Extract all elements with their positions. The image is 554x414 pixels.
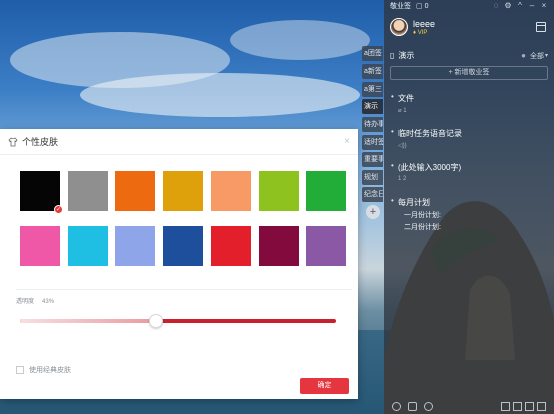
search-icon[interactable] [424,401,433,411]
opacity-label: 透明度 43% [16,296,54,305]
side-tab-4[interactable]: 待办事 [362,117,383,132]
opacity-slider[interactable] [20,314,336,328]
calendar-small-icon[interactable] [408,401,417,411]
note-meta: 1 2 [398,176,407,182]
opacity-slider-fill [20,319,156,323]
note-item[interactable]: (此处输入3000字) 1 2 [391,161,544,182]
note-list-icon: ▯ [390,51,395,60]
sort-icon[interactable] [513,401,522,411]
classic-skin-option[interactable]: 使用经典皮肤 [16,365,71,375]
dialog-header: 个性皮肤 × [0,129,358,155]
app-name: 敬业签 [390,3,411,10]
more-icon[interactable] [537,401,546,411]
skin-swatch-10[interactable] [163,226,204,266]
note-item[interactable]: 临时任务语音记录 ◁)) [391,127,544,149]
side-tab-6[interactable]: 重要事 [362,152,383,167]
filter-dot-icon[interactable]: ● [521,51,526,60]
note-item[interactable]: 文件 ⌀ 1 [391,92,544,114]
notes-bottombar [384,398,554,414]
collapse-icon[interactable]: ^ [516,2,524,10]
note-title: 文件 [391,92,544,104]
skin-swatch-7[interactable] [20,226,60,266]
add-tab-button[interactable]: + [366,205,380,219]
note-line: 二月份计划: [404,224,441,231]
side-tab-1[interactable]: a新签 [362,64,383,79]
opacity-slider-thumb[interactable] [148,314,163,328]
note-line: 一月份计划: [404,212,441,219]
skin-dialog: 个性皮肤 × ✓ 透明度 43% 使用经典皮肤 确定 [0,129,358,399]
side-tab-3[interactable]: 演示 [362,99,383,114]
confirm-button[interactable]: 确定 [300,378,349,394]
voice-icon: ◁)) [398,143,407,149]
skin-icon[interactable]: ◌ [492,2,500,10]
dialog-close-icon[interactable]: × [344,137,350,147]
shirt-icon [8,136,18,146]
side-tab-5[interactable]: 适时签 [362,135,383,150]
settings-icon[interactable]: ⚙ [504,2,512,10]
notes-topbar: 敬业签 ▢ 0 ◌ ⚙ ^ – × [384,0,554,12]
category-row: ▯ 演示 ● 全部 ▾ [390,50,548,61]
skin-swatch-12[interactable] [258,226,299,266]
side-tab-2[interactable]: a第三 [362,82,383,97]
close-icon[interactable]: × [540,2,548,10]
side-tab-7[interactable]: 规划 [362,170,383,185]
side-tab-0[interactable]: a团签 [362,46,383,61]
skin-swatch-11[interactable] [210,226,251,266]
skin-swatch-8[interactable] [67,226,108,266]
skin-swatch-9[interactable] [115,226,156,266]
history-icon[interactable] [392,401,401,411]
skin-swatch-2[interactable] [115,171,156,211]
username: leeee [413,18,436,29]
view-toggle-icon[interactable] [501,401,510,411]
note-title: 临时任务语音记录 [391,127,544,139]
notification-count: 0 [424,2,429,10]
divider [16,289,352,290]
opacity-value: 43% [42,299,55,305]
skin-swatch-13[interactable] [306,226,347,266]
note-attachment-count: ⌀ 1 [398,108,407,114]
category-name: 演示 [398,51,415,60]
vip-badge-label: VIP [417,29,428,36]
calendar-icon[interactable] [536,22,546,32]
category-filter[interactable]: 全部 [530,51,544,61]
new-note-button[interactable]: + 新增敬业签 [390,66,548,80]
avatar[interactable] [390,18,408,36]
skin-swatch-4[interactable] [210,171,251,211]
side-tab-8[interactable]: 纪念日 [362,187,383,202]
opacity-label-text: 透明度 [16,299,35,305]
note-title: (此处输入3000字) [391,161,544,173]
user-profile[interactable]: leeee ♦ VIP [390,18,435,36]
skin-swatch-1[interactable] [67,171,108,211]
skin-swatch-3[interactable] [163,171,204,211]
minimize-icon[interactable]: – [528,2,536,10]
vip-badge: ♦ VIP [413,29,428,36]
notification-icon[interactable]: ▢ [416,2,423,10]
note-item[interactable]: 每月计划 一月份计划: 二月份计划: [391,196,544,232]
selected-check-icon: ✓ [54,205,63,214]
skin-swatch-5[interactable] [258,171,299,211]
notes-panel: 敬业签 ▢ 0 ◌ ⚙ ^ – × leeee ♦ VIP ▯ 演示 ● 全部 … [384,0,554,414]
classic-skin-checkbox[interactable] [16,366,24,374]
classic-skin-label: 使用经典皮肤 [29,367,71,374]
chevron-down-icon[interactable]: ▾ [545,52,548,59]
export-icon[interactable] [525,401,534,411]
dialog-title: 个性皮肤 [22,137,59,147]
skin-swatch-6[interactable] [306,171,347,211]
skin-swatch-0[interactable]: ✓ [20,171,63,214]
note-title: 每月计划 [391,196,544,208]
